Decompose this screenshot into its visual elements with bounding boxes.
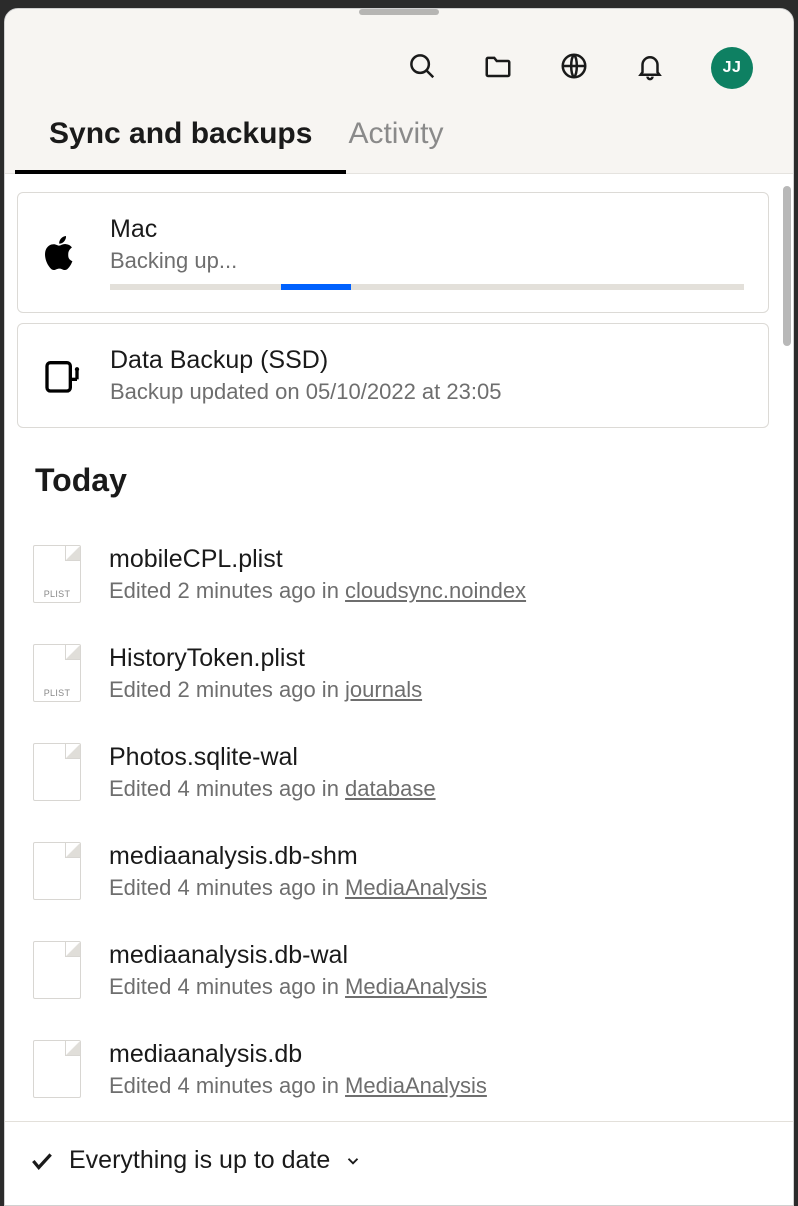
content[interactable]: Mac Backing up... Data Backup (SSD) Back… [5,174,781,1121]
drive-icon [42,356,82,396]
file-meta: Edited 4 minutes ago in MediaAnalysis [109,974,769,1000]
file-row[interactable]: PLIST HistoryToken.plist Edited 2 minute… [17,624,769,723]
device-card-mac[interactable]: Mac Backing up... [17,192,769,313]
toolbar: JJ [5,9,793,99]
file-type-icon [33,842,81,900]
file-body: HistoryToken.plist Edited 2 minutes ago … [109,644,769,703]
file-location-link[interactable]: MediaAnalysis [345,875,487,900]
apple-icon [42,233,82,273]
file-location-link[interactable]: cloudsync.noindex [345,578,526,603]
device-card-ssd[interactable]: Data Backup (SSD) Backup updated on 05/1… [17,323,769,428]
file-type-icon: PLIST [33,644,81,702]
file-meta: Edited 4 minutes ago in database [109,776,769,802]
tab-activity[interactable]: Activity [348,117,443,173]
file-body: mediaanalysis.db Edited 4 minutes ago in… [109,1040,769,1099]
file-name: Photos.sqlite-wal [109,743,769,772]
file-location-link[interactable]: database [345,776,436,801]
window-handle [359,9,439,15]
backup-progress [110,284,744,290]
file-name: mediaanalysis.db [109,1040,769,1069]
folder-icon[interactable] [483,51,513,86]
file-type-icon: PLIST [33,545,81,603]
file-body: mobileCPL.plist Edited 2 minutes ago in … [109,545,769,604]
file-body: mediaanalysis.db-wal Edited 4 minutes ag… [109,941,769,1000]
file-name: HistoryToken.plist [109,644,769,673]
search-icon[interactable] [407,51,437,86]
section-heading: Today [35,462,769,499]
device-card-body: Data Backup (SSD) Backup updated on 05/1… [110,346,744,405]
file-location-link[interactable]: journals [345,677,422,702]
chevron-down-icon [344,1152,362,1170]
scrollbar-thumb[interactable] [783,186,791,346]
check-icon [29,1148,55,1174]
file-location-link[interactable]: MediaAnalysis [345,1073,487,1098]
file-meta: Edited 4 minutes ago in MediaAnalysis [109,875,769,901]
device-name: Data Backup (SSD) [110,346,744,375]
device-status: Backing up... [110,248,744,274]
app-window: JJ Sync and backups Activity Mac Backing… [4,8,794,1206]
status-text: Everything is up to date [69,1146,330,1175]
content-wrap: Mac Backing up... Data Backup (SSD) Back… [5,174,793,1121]
file-row[interactable]: Photos.sqlite-wal Edited 4 minutes ago i… [17,723,769,822]
avatar[interactable]: JJ [711,47,753,89]
globe-icon[interactable] [559,51,589,86]
tab-sync-backups[interactable]: Sync and backups [49,117,312,173]
file-body: Photos.sqlite-wal Edited 4 minutes ago i… [109,743,769,802]
file-meta: Edited 2 minutes ago in journals [109,677,769,703]
file-name: mediaanalysis.db-shm [109,842,769,871]
header: JJ Sync and backups Activity [5,9,793,174]
device-name: Mac [110,215,744,244]
file-row[interactable]: mediaanalysis.db-wal Edited 4 minutes ag… [17,921,769,1020]
file-body: mediaanalysis.db-shm Edited 4 minutes ag… [109,842,769,901]
avatar-initials: JJ [723,59,742,77]
file-type-icon [33,1040,81,1098]
backup-progress-bar [281,284,351,290]
bell-icon[interactable] [635,51,665,86]
file-name: mobileCPL.plist [109,545,769,574]
scrollbar[interactable] [781,174,793,1121]
file-location-link[interactable]: MediaAnalysis [345,974,487,999]
statusbar[interactable]: Everything is up to date [5,1121,793,1205]
file-meta: Edited 2 minutes ago in cloudsync.noinde… [109,578,769,604]
tabs: Sync and backups Activity [5,99,793,174]
device-card-body: Mac Backing up... [110,215,744,290]
file-type-icon [33,941,81,999]
file-row[interactable]: mediaanalysis.db-shm Edited 4 minutes ag… [17,822,769,921]
file-row[interactable]: PLIST mobileCPL.plist Edited 2 minutes a… [17,525,769,624]
file-name: mediaanalysis.db-wal [109,941,769,970]
file-type-icon [33,743,81,801]
file-row[interactable]: mediaanalysis.db Edited 4 minutes ago in… [17,1020,769,1119]
file-meta: Edited 4 minutes ago in MediaAnalysis [109,1073,769,1099]
device-status: Backup updated on 05/10/2022 at 23:05 [110,379,744,405]
